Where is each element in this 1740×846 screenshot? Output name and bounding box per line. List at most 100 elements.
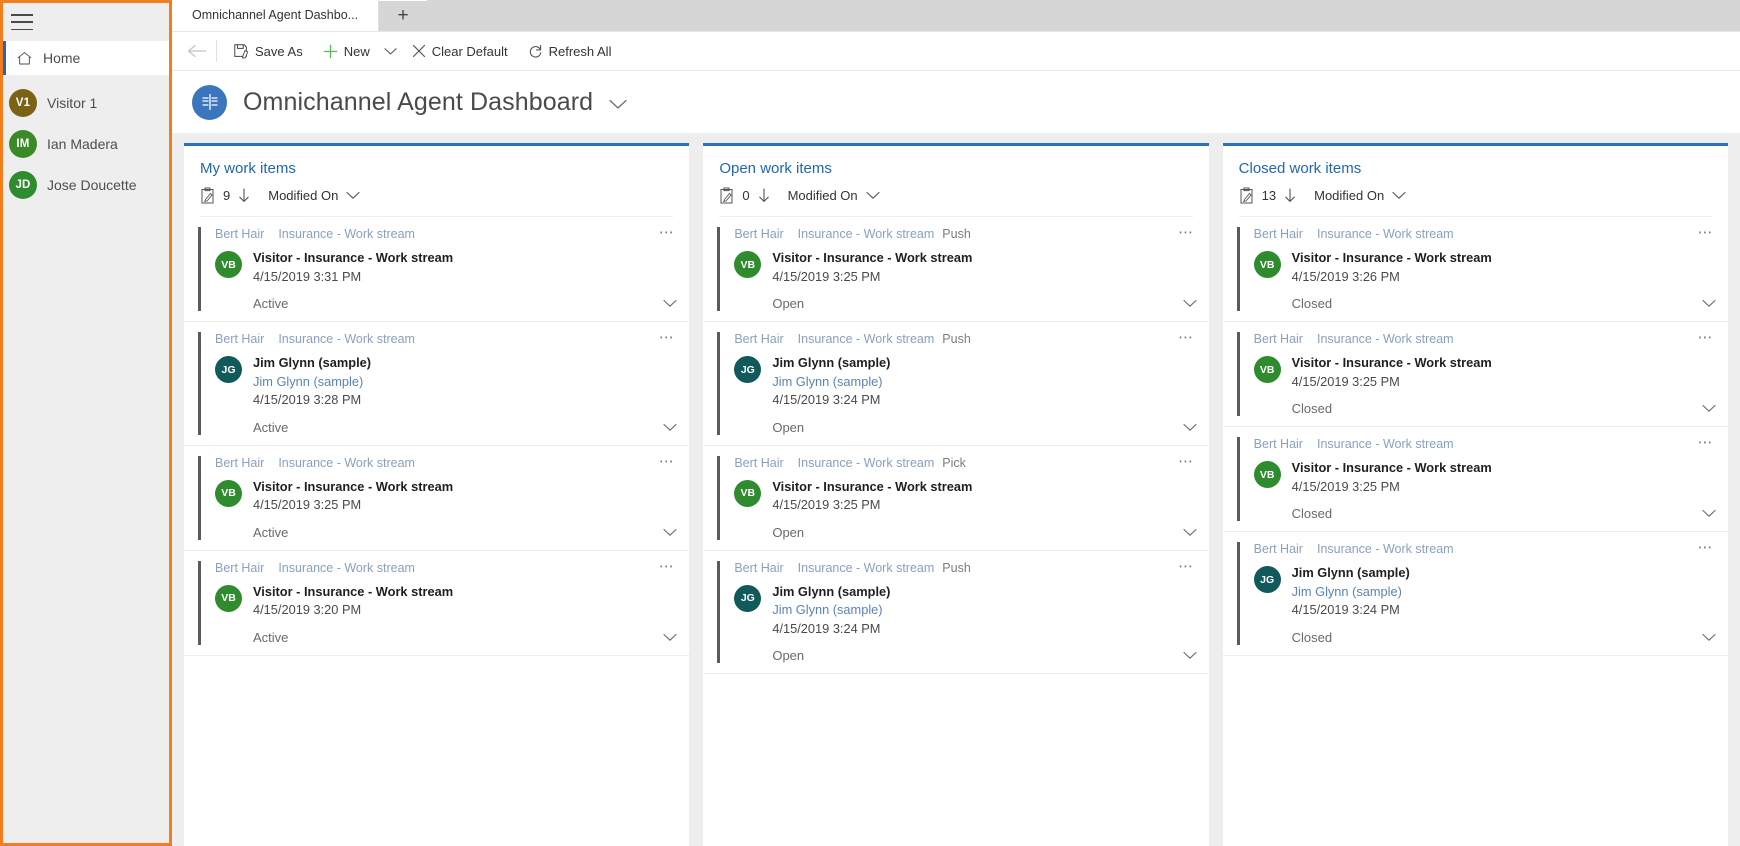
work-item-more-options-icon[interactable]: ⋯ [659,559,676,574]
back-arrow-icon[interactable] [180,34,214,68]
work-item-row[interactable]: Bert Hair Insurance - Work stream VB Visito… [1222,427,1728,533]
work-item-owner[interactable]: Bert Hair [734,456,783,470]
work-item-row[interactable]: Bert Hair Insurance - Work stream VB Visito… [184,217,690,323]
work-item-more-options-icon[interactable]: ⋯ [1697,435,1714,450]
work-item-workstream[interactable]: Insurance - Work stream [798,227,935,241]
work-item-row[interactable]: Bert Hair Insurance - Work stream JG Jim Gl… [1222,532,1728,656]
work-item-expand-chevron-down-icon[interactable] [1183,524,1197,542]
work-item-owner[interactable]: Bert Hair [215,332,264,346]
work-item-more-options-icon[interactable]: ⋯ [1697,540,1714,555]
page-title-chevron-down-icon[interactable] [609,95,627,110]
work-item-owner[interactable]: Bert Hair [215,561,264,575]
work-item-more-options-icon[interactable]: ⋯ [659,330,676,345]
save-as-button[interactable]: Save As [223,36,313,66]
work-item-more-options-icon[interactable]: ⋯ [1178,330,1195,345]
new-button[interactable]: New [313,36,380,66]
work-item-owner[interactable]: Bert Hair [734,227,783,241]
stream-title[interactable]: Closed work items [1239,160,1712,177]
work-item-expand-chevron-down-icon[interactable] [1702,629,1716,647]
work-item-workstream[interactable]: Insurance - Work stream [278,332,415,346]
work-item-owner[interactable]: Bert Hair [215,227,264,241]
work-item-workstream[interactable]: Insurance - Work stream [798,456,935,470]
work-item-owner[interactable]: Bert Hair [734,561,783,575]
sort-descending-icon[interactable] [758,188,770,203]
work-item-more-options-icon[interactable]: ⋯ [1178,454,1195,469]
work-item-row[interactable]: Bert Hair Insurance - Work stream VB Visito… [184,446,690,551]
work-item-more-options-icon[interactable]: ⋯ [1697,225,1714,240]
work-item-owner[interactable]: Bert Hair [1254,437,1303,451]
work-item-workstream[interactable]: Insurance - Work stream [1317,332,1454,346]
sort-chevron-down-icon[interactable] [1392,191,1406,200]
work-item-workstream[interactable]: Insurance - Work stream [1317,227,1454,241]
work-item-timestamp: 4/15/2019 3:26 PM [1291,268,1400,284]
app-root: Home V1 Visitor 1 IM Ian Madera JD Jose … [0,0,1740,846]
work-item-more-options-icon[interactable]: ⋯ [659,454,676,469]
work-item-owner[interactable]: Bert Hair [1254,332,1303,346]
work-item-owner[interactable]: Bert Hair [1254,542,1303,556]
house-icon [17,51,32,64]
work-item-workstream[interactable]: Insurance - Work stream [798,332,935,346]
work-item-row[interactable]: Bert Hair Insurance - Work stream JG Jim Gl… [184,322,690,446]
work-item-title: Visitor - Insurance - Work stream [772,478,973,494]
work-item-workstream[interactable]: Insurance - Work stream [278,456,415,470]
work-item-more-options-icon[interactable]: ⋯ [1697,330,1714,345]
work-item-expand-chevron-down-icon[interactable] [1702,400,1716,418]
work-item-expand-chevron-down-icon[interactable] [1183,647,1197,665]
work-item-row[interactable]: Bert Hair Insurance - Work stream VB Visito… [1222,217,1728,323]
work-item-accent-bar [1236,437,1240,522]
work-item-row[interactable]: Bert Hair Insurance - Work stream Push JG Ji… [703,551,1209,675]
work-item-workstream[interactable]: Insurance - Work stream [1317,542,1454,556]
work-item-owner[interactable]: Bert Hair [1254,227,1303,241]
work-item-subtitle: Jim Glynn (sample) [1291,583,1402,599]
stream-sort-label[interactable]: Modified On [1314,188,1384,203]
stream-card-open-work-items: Open work items 0 Modified On Bert Hair … [703,143,1209,846]
new-tab-button[interactable]: + [379,1,428,31]
stream-title[interactable]: Open work items [719,160,1192,177]
stream-title[interactable]: My work items [200,160,673,177]
stream-sort-label[interactable]: Modified On [268,188,338,203]
work-item-owner[interactable]: Bert Hair [734,332,783,346]
sidebar-item-visitor-1[interactable]: V1 Visitor 1 [3,87,169,119]
work-item-expand-chevron-down-icon[interactable] [663,419,677,437]
work-item-workstream[interactable]: Insurance - Work stream [798,561,935,575]
work-item-workstream[interactable]: Insurance - Work stream [278,561,415,575]
work-item-more-options-icon[interactable]: ⋯ [1178,225,1195,240]
work-item-row[interactable]: Bert Hair Insurance - Work stream VB Visito… [184,551,690,656]
work-item-more-options-icon[interactable]: ⋯ [1178,559,1195,574]
sort-descending-icon[interactable] [1284,188,1296,203]
sort-chevron-down-icon[interactable] [346,191,360,200]
work-item-owner[interactable]: Bert Hair [215,456,264,470]
work-item-row[interactable]: Bert Hair Insurance - Work stream Push JG Ji… [703,322,1209,446]
avatar: VB [1253,461,1281,489]
work-item-workstream[interactable]: Insurance - Work stream [1317,437,1454,451]
work-item-expand-chevron-down-icon[interactable] [1183,295,1197,313]
work-item-row[interactable]: Bert Hair Insurance - Work stream VB Visito… [1222,322,1728,428]
avatar: VB [215,479,242,507]
work-item-expand-chevron-down-icon[interactable] [663,295,677,313]
work-item-expand-chevron-down-icon[interactable] [663,629,677,647]
clipboard-icon [719,187,734,204]
work-item-more-options-icon[interactable]: ⋯ [659,225,676,240]
work-item-body: Bert Hair Insurance - Work stream Pick VB Vi… [734,456,1192,540]
avatar: VB [215,251,242,278]
work-item-row[interactable]: Bert Hair Insurance - Work stream Push VB Vi… [703,217,1209,323]
sort-chevron-down-icon[interactable] [866,191,880,200]
sidebar-item-ian-madera[interactable]: IM Ian Madera [3,128,169,160]
work-item-expand-chevron-down-icon[interactable] [663,524,677,542]
stream-sort-label[interactable]: Modified On [788,188,858,203]
work-item-expand-chevron-down-icon[interactable] [1702,295,1716,313]
sidebar-item-home[interactable]: Home [3,41,169,75]
work-item-expand-chevron-down-icon[interactable] [1183,419,1197,437]
avatar: JG [1253,566,1281,594]
work-item-row[interactable]: Bert Hair Insurance - Work stream Pick VB Vi… [703,446,1209,551]
sort-descending-icon[interactable] [238,188,250,203]
tab-omnichannel-agent-dashboard[interactable]: Omnichannel Agent Dashbo... [172,0,380,31]
work-item-workstream[interactable]: Insurance - Work stream [278,227,415,241]
clear-default-button[interactable]: Clear Default [402,36,518,66]
refresh-all-button[interactable]: Refresh All [518,36,622,66]
close-icon [412,44,425,58]
hamburger-menu-icon[interactable] [11,14,33,30]
sidebar-item-jose-doucette[interactable]: JD Jose Doucette [3,169,169,201]
work-item-expand-chevron-down-icon[interactable] [1702,505,1716,523]
new-dropdown-chevron-down-icon[interactable] [380,36,402,66]
